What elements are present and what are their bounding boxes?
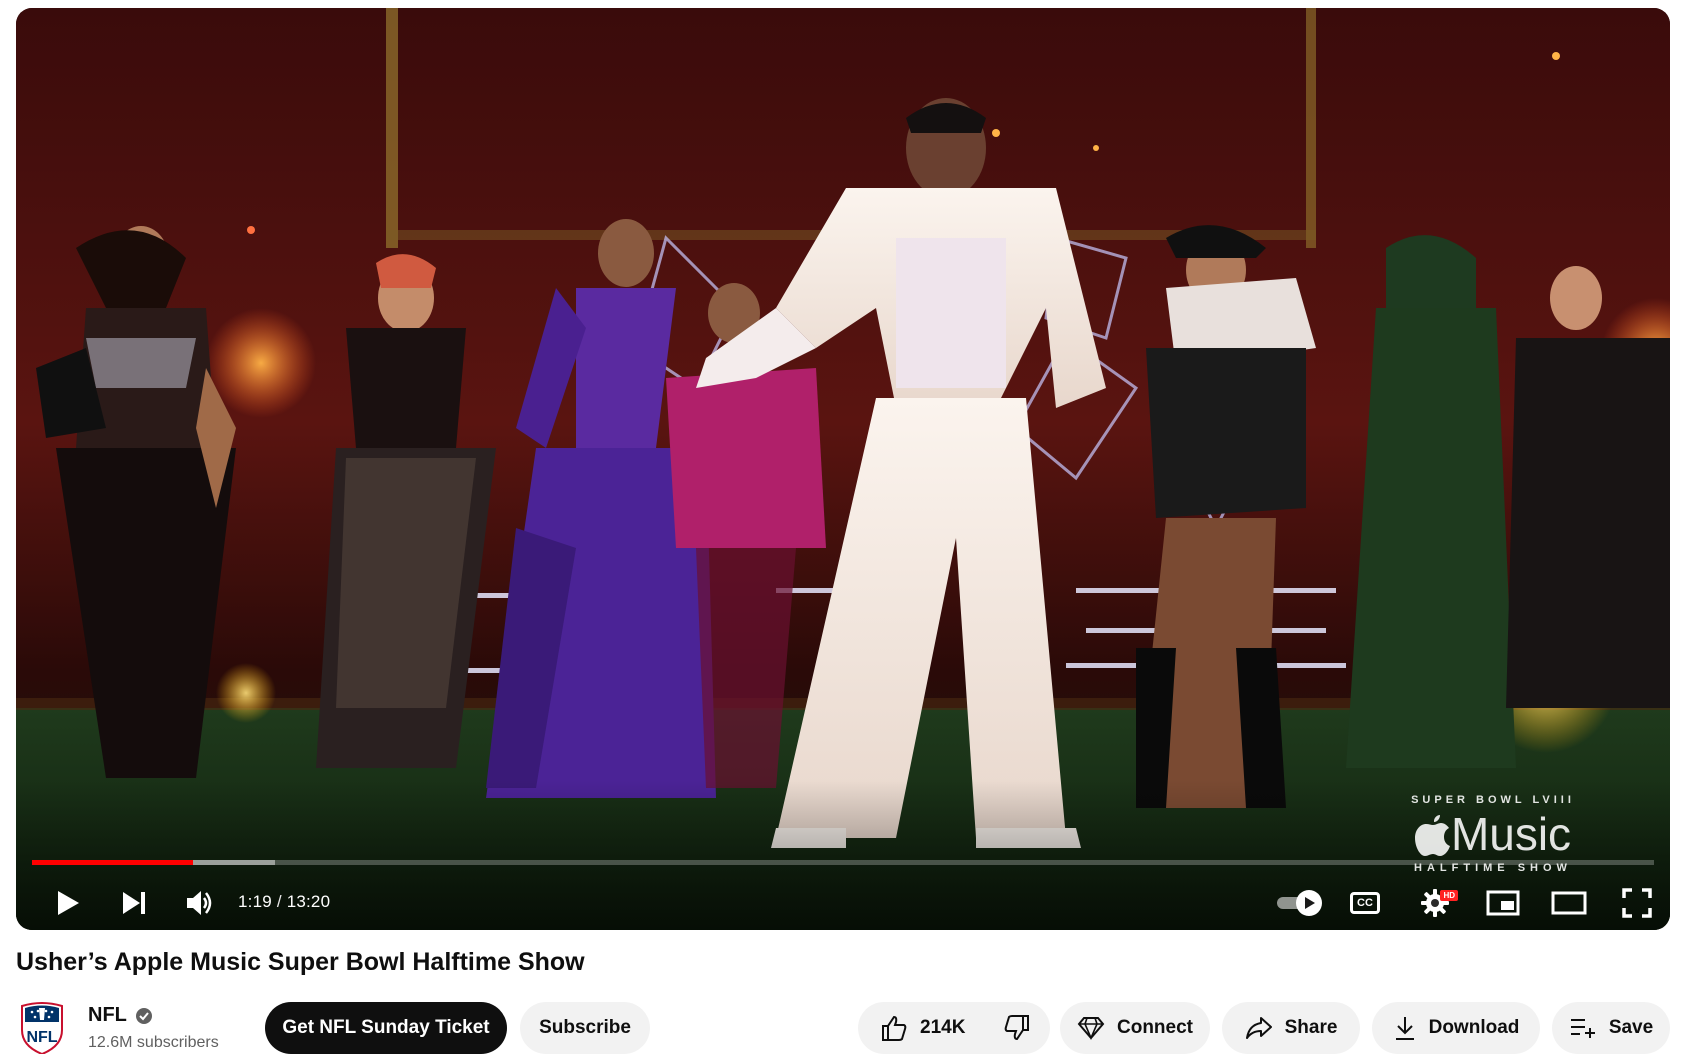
subscribe-label: Subscribe	[539, 1017, 631, 1038]
next-button[interactable]	[112, 881, 156, 925]
autoplay-toggle-icon	[1277, 890, 1322, 916]
like-count: 214K	[920, 1017, 966, 1038]
get-nfl-sunday-ticket-button[interactable]: Get NFL Sunday Ticket	[265, 1002, 507, 1054]
theater-mode-button[interactable]	[1546, 881, 1592, 925]
connect-button[interactable]: Connect	[1060, 1002, 1210, 1054]
svg-text:NFL: NFL	[26, 1029, 57, 1046]
thumbs-up-icon	[882, 1015, 907, 1041]
volume-icon	[187, 891, 212, 915]
diamond-icon	[1077, 1017, 1105, 1040]
captions-icon: CC	[1350, 892, 1380, 914]
play-icon	[58, 891, 79, 915]
time-display: 1:19 / 13:20	[238, 892, 330, 912]
miniplayer-button[interactable]	[1480, 881, 1526, 925]
youtube-watch-page: SUPER BOWL LVIII Music HALFTIME SHOW 1:1…	[0, 0, 1686, 1054]
connect-label: Connect	[1117, 1017, 1193, 1038]
volume-button[interactable]	[178, 881, 222, 925]
progress-bar[interactable]	[32, 860, 1654, 865]
fullscreen-button[interactable]	[1614, 881, 1660, 925]
fullscreen-icon	[1622, 888, 1652, 918]
ticket-label: Get NFL Sunday Ticket	[282, 1017, 490, 1038]
time-separator: /	[276, 892, 282, 911]
channel-name-link[interactable]: NFL	[88, 1004, 153, 1027]
apple-logo-icon	[1414, 815, 1450, 856]
miniplayer-icon	[1486, 890, 1520, 916]
autoplay-toggle[interactable]	[1274, 881, 1326, 925]
next-icon	[123, 892, 145, 914]
save-label: Save	[1608, 1017, 1654, 1038]
add-to-playlist-icon	[1570, 1019, 1595, 1038]
nfl-logo-avatar[interactable]: NFL	[20, 1000, 64, 1054]
share-icon	[1245, 1017, 1272, 1039]
hd-badge: HD	[1440, 890, 1458, 901]
share-label: Share	[1284, 1017, 1338, 1038]
thumbs-down-icon	[1005, 1015, 1030, 1041]
download-icon	[1395, 1017, 1414, 1040]
progress-played	[32, 860, 193, 865]
channel-name: NFL	[88, 1004, 127, 1026]
like-dislike-group: 214K	[858, 1002, 1050, 1054]
subscribe-button[interactable]: Subscribe	[520, 1002, 650, 1054]
dislike-button[interactable]	[983, 1002, 1053, 1054]
video-title: Usher’s Apple Music Super Bowl Halftime …	[16, 948, 585, 976]
watermark-brand-text: Music	[1450, 808, 1572, 860]
save-button[interactable]: Save	[1552, 1002, 1670, 1054]
watermark-top-text: SUPER BOWL LVIII	[1411, 794, 1575, 806]
settings-button[interactable]: HD	[1412, 881, 1458, 925]
theater-mode-icon	[1551, 891, 1587, 915]
download-button[interactable]: Download	[1372, 1002, 1540, 1054]
share-button[interactable]: Share	[1222, 1002, 1360, 1054]
like-button[interactable]: 214K	[858, 1002, 983, 1054]
verified-badge-icon	[135, 1007, 152, 1024]
captions-button[interactable]: CC	[1342, 881, 1388, 925]
subscriber-count: 12.6M subscribers	[88, 1034, 219, 1051]
time-total: 13:20	[286, 892, 331, 911]
video-player[interactable]: SUPER BOWL LVIII Music HALFTIME SHOW 1:1…	[16, 8, 1670, 930]
play-button[interactable]	[46, 881, 90, 925]
time-current: 1:19	[238, 892, 272, 911]
download-label: Download	[1428, 1017, 1520, 1038]
